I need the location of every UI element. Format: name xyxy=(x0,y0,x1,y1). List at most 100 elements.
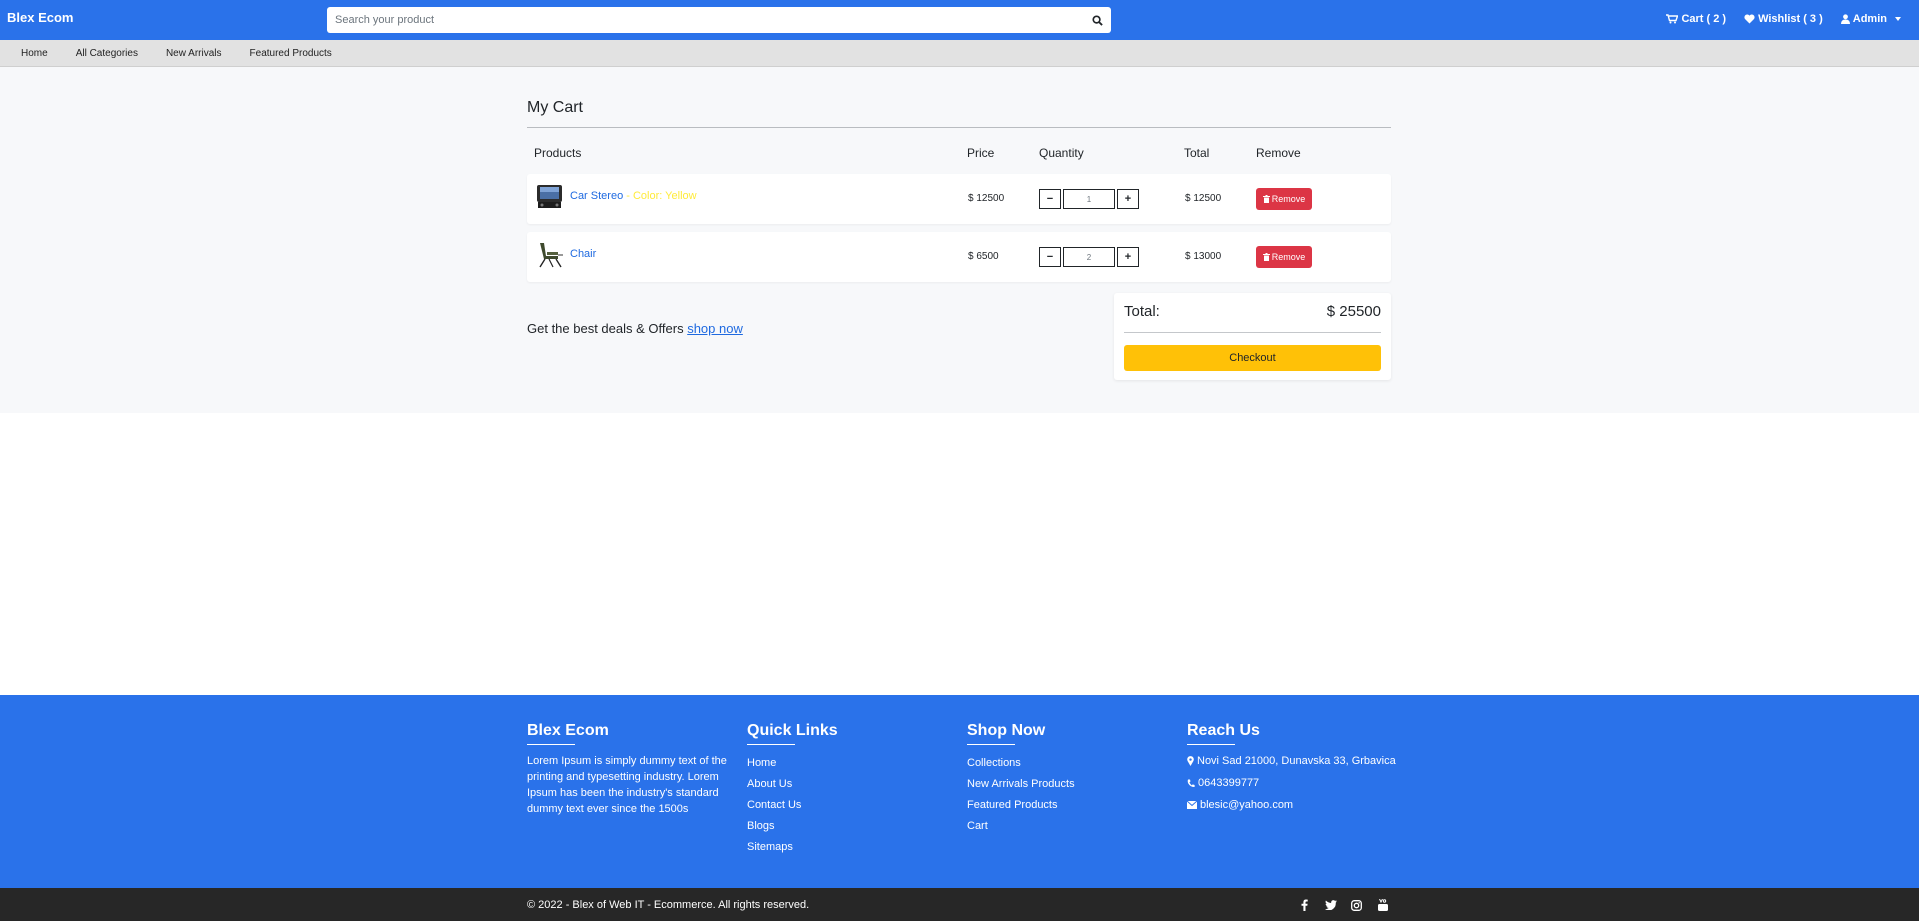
header-price: Price xyxy=(967,146,995,160)
deals-banner: Get the best deals & Offers shop now xyxy=(527,321,743,336)
decrement-button[interactable]: − xyxy=(1039,189,1061,209)
row-price: $ 12500 xyxy=(968,193,1005,204)
footer-quick-links: Quick Links Home About Us Contact Us Blo… xyxy=(747,722,947,858)
instagram-link[interactable] xyxy=(1349,898,1364,912)
footer-address: Novi Sad 21000, Dunavska 33, Grbavica xyxy=(1187,753,1407,769)
header-remove: Remove xyxy=(1256,146,1301,160)
footer-link-featured-products[interactable]: Featured Products xyxy=(967,795,1167,816)
chair-image xyxy=(539,243,563,268)
phone-icon xyxy=(1187,779,1195,787)
footer-quick-links-heading: Quick Links xyxy=(747,722,838,739)
admin-dropdown[interactable]: Admin xyxy=(1840,13,1901,25)
youtube-link[interactable] xyxy=(1375,898,1390,912)
search-input[interactable] xyxy=(327,7,1077,33)
car-stereo-image xyxy=(537,185,562,208)
social-links xyxy=(1297,898,1390,912)
phone-text: 0643399777 xyxy=(1198,777,1260,789)
heading-underline xyxy=(1187,744,1235,745)
heart-icon xyxy=(1744,14,1755,24)
email-text: blesic@yahoo.com xyxy=(1200,799,1294,811)
brand-logo[interactable]: Blex Ecom xyxy=(7,10,73,25)
title-divider xyxy=(527,127,1391,128)
subnav-item-new-arrivals[interactable]: New Arrivals xyxy=(152,48,236,59)
footer-link-new-arrivals[interactable]: New Arrivals Products xyxy=(967,774,1167,795)
product-color: - Color: Yellow xyxy=(626,190,697,202)
subnav-item-featured-products[interactable]: Featured Products xyxy=(236,48,346,59)
facebook-link[interactable] xyxy=(1297,898,1312,912)
footer-shop-now-heading: Shop Now xyxy=(967,722,1046,739)
footer-email: blesic@yahoo.com xyxy=(1187,797,1407,813)
envelope-icon xyxy=(1187,801,1197,809)
user-icon xyxy=(1840,14,1850,24)
quantity-input[interactable] xyxy=(1063,189,1115,209)
remove-label: Remove xyxy=(1271,194,1306,204)
instagram-icon xyxy=(1351,899,1362,911)
footer-reach-us: Reach Us Novi Sad 21000, Dunavska 33, Gr… xyxy=(1187,722,1407,819)
checkout-button[interactable]: Checkout xyxy=(1124,345,1381,371)
header-total: Total xyxy=(1184,146,1210,160)
trash-icon xyxy=(1262,253,1270,261)
header-quantity: Quantity xyxy=(1039,146,1084,160)
remove-button[interactable]: Remove xyxy=(1256,188,1312,210)
heading-underline xyxy=(527,744,575,745)
footer-link-contact-us[interactable]: Contact Us xyxy=(747,795,947,816)
quantity-stepper: − + xyxy=(1039,247,1139,267)
twitter-link[interactable] xyxy=(1323,898,1338,912)
increment-button[interactable]: + xyxy=(1117,189,1139,209)
cart-section: My Cart Products Price Quantity Total Re… xyxy=(0,67,1919,413)
subnav-item-all-categories[interactable]: All Categories xyxy=(62,48,152,59)
cart-row: Car Stereo - Color: Yellow $ 12500 − + $… xyxy=(527,174,1391,224)
cart-row: Chair $ 6500 − + $ 13000 Remove xyxy=(527,232,1391,282)
footer-about-heading: Blex Ecom xyxy=(527,722,609,739)
subnav-item-home[interactable]: Home xyxy=(7,48,62,59)
search-icon xyxy=(1091,14,1103,26)
footer-link-collections[interactable]: Collections xyxy=(967,753,1167,774)
remove-button[interactable]: Remove xyxy=(1256,246,1312,268)
summary-total-value: $ 25500 xyxy=(1326,303,1381,320)
category-nav: Home All Categories New Arrivals Feature… xyxy=(0,40,1919,67)
top-navbar: Blex Ecom Cart ( 2 ) Wishlist ( 3 ) xyxy=(0,0,1919,40)
footer-about: Blex Ecom Lorem Ipsum is simply dummy te… xyxy=(527,722,727,817)
footer-reach-us-heading: Reach Us xyxy=(1187,722,1260,739)
shop-now-link[interactable]: shop now xyxy=(687,321,743,336)
increment-button[interactable]: + xyxy=(1117,247,1139,267)
site-footer: Blex Ecom Lorem Ipsum is simply dummy te… xyxy=(0,695,1919,888)
youtube-icon xyxy=(1377,899,1388,911)
remove-label: Remove xyxy=(1271,252,1306,262)
row-price: $ 6500 xyxy=(968,251,999,262)
product-name: Chair xyxy=(570,248,597,260)
footer-link-home[interactable]: Home xyxy=(747,753,947,774)
twitter-icon xyxy=(1324,900,1337,910)
cart-link[interactable]: Cart ( 2 ) xyxy=(1666,13,1726,25)
facebook-icon xyxy=(1301,899,1308,911)
product-link[interactable]: Car Stereo - Color: Yellow xyxy=(570,190,697,202)
map-marker-icon xyxy=(1187,756,1194,766)
quantity-input[interactable] xyxy=(1063,247,1115,267)
quantity-stepper: − + xyxy=(1039,189,1139,209)
footer-about-text: Lorem Ipsum is simply dummy text of the … xyxy=(527,755,727,815)
chevron-down-icon xyxy=(1895,17,1901,21)
row-total: $ 12500 xyxy=(1185,193,1222,204)
wishlist-link[interactable]: Wishlist ( 3 ) xyxy=(1744,13,1823,25)
search-button[interactable] xyxy=(1083,7,1111,33)
footer-link-blogs[interactable]: Blogs xyxy=(747,816,947,837)
heading-underline xyxy=(747,744,795,745)
order-summary: Total: $ 25500 Checkout xyxy=(1114,293,1391,380)
address-text: Novi Sad 21000, Dunavska 33, Grbavica xyxy=(1197,755,1396,767)
copyright-text: © 2022 - Blex of Web IT - Ecommerce. All… xyxy=(527,899,810,911)
footer-link-sitemaps[interactable]: Sitemaps xyxy=(747,837,947,858)
footer-link-cart[interactable]: Cart xyxy=(967,816,1167,837)
copyright-bar: © 2022 - Blex of Web IT - Ecommerce. All… xyxy=(0,888,1919,921)
header-products: Products xyxy=(534,146,582,160)
trash-icon xyxy=(1262,195,1270,203)
footer-link-about-us[interactable]: About Us xyxy=(747,774,947,795)
admin-label: Admin xyxy=(1852,13,1887,25)
row-total: $ 13000 xyxy=(1185,251,1222,262)
wishlist-link-label: Wishlist ( 3 ) xyxy=(1758,13,1823,25)
summary-divider xyxy=(1124,332,1381,333)
cart-link-label: Cart ( 2 ) xyxy=(1681,13,1727,25)
product-link[interactable]: Chair xyxy=(570,248,596,260)
heading-underline xyxy=(967,744,1015,745)
decrement-button[interactable]: − xyxy=(1039,247,1061,267)
search-bar xyxy=(327,7,1111,33)
